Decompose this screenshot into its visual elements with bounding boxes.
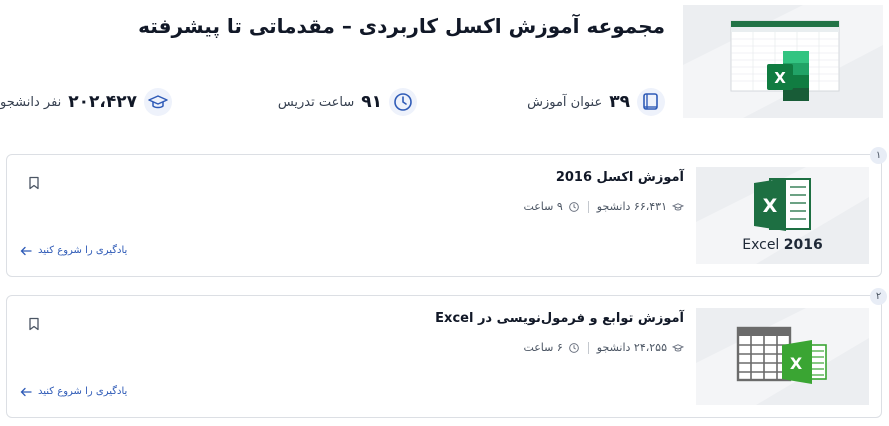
course-card[interactable]: ۲ X آ — [6, 288, 887, 418]
course-title[interactable]: آموزش توابع و فرمول‌نویسی در Excel — [435, 311, 684, 326]
meta-divider — [587, 341, 589, 354]
thumb-caption: Excel 2016 — [696, 237, 869, 253]
course-students: ۲۴،۲۵۵ دانشجو — [596, 341, 667, 354]
course-thumbnail[interactable]: X — [696, 308, 869, 405]
svg-text:X: X — [774, 69, 786, 87]
stat-hours: ۹۱ ساعت تدریس — [278, 88, 417, 116]
excel-collection-artwork: X — [683, 5, 883, 118]
stat-students: ۲۰۲،۴۲۷ نفر دانشجو — [0, 88, 172, 116]
start-learning-link[interactable]: یادگیری را شروع کنید — [20, 245, 127, 256]
course-title[interactable]: آموزش اکسل 2016 — [556, 170, 684, 185]
stat-lessons: ۳۹ عنوان آموزش — [527, 88, 665, 116]
graduation-cap-icon — [144, 88, 172, 116]
course-meta: ۲۴،۲۵۵ دانشجو ۶ ساعت — [523, 341, 684, 354]
clock-icon — [568, 201, 579, 212]
clock-icon — [568, 342, 579, 353]
course-card[interactable]: ۱ X Excel 2016 آموزش اکسل 2016 ۶۶،۴۳۱ دا… — [6, 147, 887, 277]
stat-hours-value: ۹۱ — [361, 92, 382, 112]
course-students: ۶۶،۴۳۱ دانشجو — [596, 200, 667, 213]
stat-lessons-label: عنوان آموزش — [527, 94, 603, 110]
excel-formulas-artwork: X — [696, 308, 869, 405]
course-index-badge: ۲ — [870, 288, 887, 305]
arrow-left-icon — [20, 246, 32, 255]
stat-students-label: نفر دانشجو — [0, 94, 62, 110]
svg-text:X: X — [763, 195, 778, 217]
course-meta: ۶۶،۴۳۱ دانشجو ۹ ساعت — [523, 200, 684, 213]
meta-divider — [587, 200, 589, 213]
course-index-badge: ۱ — [870, 147, 887, 164]
book-icon — [637, 88, 665, 116]
stat-lessons-value: ۳۹ — [609, 92, 630, 112]
svg-text:X: X — [790, 354, 803, 373]
clock-icon — [389, 88, 417, 116]
bookmark-icon[interactable] — [28, 175, 40, 194]
graduation-cap-icon — [672, 202, 684, 210]
course-thumbnail[interactable]: X Excel 2016 — [696, 167, 869, 264]
arrow-left-icon — [20, 387, 32, 396]
start-learning-label: یادگیری را شروع کنید — [38, 386, 128, 397]
thumb-caption-light: Excel — [742, 237, 780, 253]
collection-thumbnail[interactable]: X — [683, 5, 883, 118]
course-hours: ۹ ساعت — [523, 200, 563, 213]
page-title: مجموعه آموزش اکسل کاربردی – مقدماتی تا پ… — [138, 14, 665, 38]
thumb-caption-bold: 2016 — [783, 237, 823, 253]
course-collection-page: X مجموعه آموزش اکسل کاربردی – مقدماتی تا… — [0, 0, 889, 426]
graduation-cap-icon — [672, 343, 684, 351]
bookmark-icon[interactable] — [28, 316, 40, 335]
start-learning-link[interactable]: یادگیری را شروع کنید — [20, 386, 127, 397]
stat-students-value: ۲۰۲،۴۲۷ — [68, 92, 137, 112]
course-hours: ۶ ساعت — [523, 341, 563, 354]
stat-hours-label: ساعت تدریس — [277, 94, 355, 110]
start-learning-label: یادگیری را شروع کنید — [38, 245, 128, 256]
